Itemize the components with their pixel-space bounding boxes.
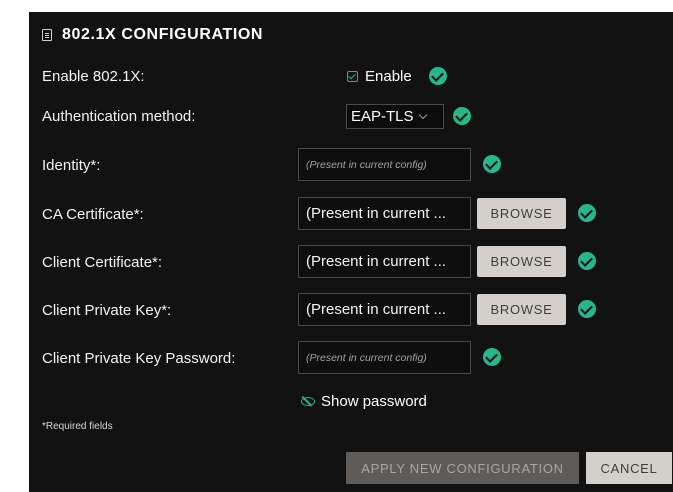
client-cert-input[interactable]: (Present in current ... <box>298 245 471 278</box>
check-circle-icon <box>578 252 596 270</box>
required-fields-note: *Required fields <box>42 421 113 432</box>
client-key-browse-button[interactable]: BROWSE <box>477 294 566 325</box>
show-password-toggle[interactable]: Show password <box>301 392 427 410</box>
key-password-input[interactable]: (Present in current config) <box>298 341 471 374</box>
eye-slash-icon[interactable] <box>301 396 315 406</box>
key-password-label: Client Private Key Password: <box>42 350 236 367</box>
enable-checkbox-label[interactable]: Enable <box>365 68 412 85</box>
client-key-label: Client Private Key*: <box>42 302 172 319</box>
check-circle-icon <box>578 300 596 318</box>
check-circle-icon <box>483 348 501 366</box>
ca-cert-label: CA Certificate*: <box>42 206 144 223</box>
identity-placeholder: (Present in current config) <box>306 158 427 171</box>
show-password-label[interactable]: Show password <box>321 393 427 410</box>
cancel-button[interactable]: CANCEL <box>586 452 672 484</box>
key-password-placeholder: (Present in current config) <box>306 351 427 364</box>
checkbox-checked-icon[interactable] <box>347 70 358 82</box>
check-circle-icon <box>429 67 447 85</box>
panel-header: 802.1X CONFIGURATION <box>42 26 263 44</box>
check-circle-icon <box>453 107 471 125</box>
client-cert-value: (Present in current ... <box>306 253 447 270</box>
client-cert-browse-button[interactable]: BROWSE <box>477 246 566 277</box>
client-cert-label: Client Certificate*: <box>42 254 163 271</box>
check-circle-icon <box>483 155 501 173</box>
auth-method-value: EAP-TLS <box>351 108 414 125</box>
client-key-input[interactable]: (Present in current ... <box>298 293 471 326</box>
chevron-down-icon <box>418 110 427 119</box>
enable-label: Enable 802.1X: <box>42 68 145 85</box>
config-panel: 802.1X CONFIGURATION Enable 802.1X: Enab… <box>29 12 673 492</box>
panel-title: 802.1X CONFIGURATION <box>62 26 264 43</box>
identity-input[interactable]: (Present in current config) <box>298 148 471 181</box>
ca-cert-input[interactable]: (Present in current ... <box>298 197 471 230</box>
auth-method-label: Authentication method: <box>42 108 196 125</box>
ca-cert-browse-button[interactable]: BROWSE <box>477 198 566 229</box>
apply-configuration-button[interactable]: APPLY NEW CONFIGURATION <box>346 452 579 484</box>
identity-label: Identity*: <box>42 157 101 174</box>
auth-method-select[interactable]: EAP-TLS <box>346 104 444 129</box>
enable-checkbox[interactable]: Enable <box>347 67 412 85</box>
ca-cert-value: (Present in current ... <box>306 205 447 222</box>
check-circle-icon <box>578 204 596 222</box>
document-icon <box>42 29 52 41</box>
client-key-value: (Present in current ... <box>306 301 447 318</box>
